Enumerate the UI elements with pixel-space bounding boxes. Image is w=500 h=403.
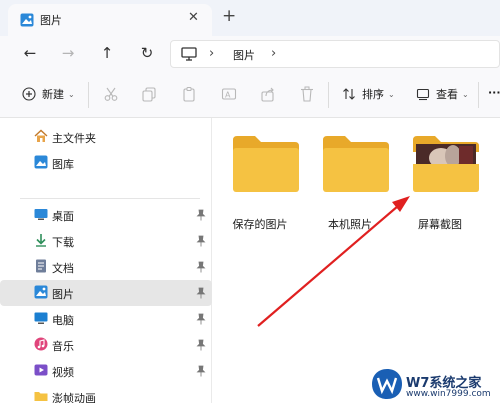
pin-icon[interactable] (196, 339, 206, 351)
folder-item[interactable]: 屏幕截图 (395, 130, 485, 240)
add-icon (22, 87, 36, 101)
tab-label: 图片 (40, 14, 62, 27)
more-options-button[interactable]: ··· (488, 86, 500, 99)
folder-icon (34, 392, 48, 401)
delete-icon[interactable] (299, 86, 315, 102)
music-icon (34, 337, 48, 351)
sidebar-item-label: 图库 (52, 158, 74, 171)
sort-icon (343, 88, 355, 100)
sidebar-item-label: 文档 (52, 262, 74, 275)
sidebar-item-label: 音乐 (52, 340, 74, 353)
divider (88, 82, 89, 108)
sidebar-item-computer[interactable]: 电脑 (8, 306, 210, 332)
navigation-pane: 主文件夹 图库 桌面 下载 文档 图片 电脑 音乐 视频 澎帧动画 (0, 118, 212, 403)
watermark-url: www.win7999.com (406, 389, 491, 399)
new-label: 新建 (42, 88, 64, 101)
breadcrumb-pictures[interactable]: 图片 (233, 47, 255, 63)
cut-icon[interactable] (103, 86, 119, 102)
sidebar-item-folder[interactable]: 澎帧动画 (8, 384, 210, 403)
close-tab-icon[interactable]: ✕ (188, 10, 199, 25)
copy-icon[interactable] (141, 86, 157, 102)
chevron-down-icon: ⌄ (68, 89, 75, 99)
folder-with-thumbnail-icon (413, 136, 479, 192)
desktop-icon (34, 209, 48, 220)
sidebar-item-downloads[interactable]: 下载 (8, 228, 210, 254)
sidebar-item-videos[interactable]: 视频 (8, 358, 210, 384)
folder-item[interactable]: 保存的图片 (215, 130, 305, 240)
computer-icon (181, 47, 197, 61)
sidebar-item-label: 下载 (52, 236, 74, 249)
sidebar-item-documents[interactable]: 文档 (8, 254, 210, 280)
up-button[interactable]: ↑ (97, 44, 117, 62)
sidebar-item-gallery[interactable]: 图库 (8, 150, 210, 176)
breadcrumb-separator: › (209, 46, 215, 61)
watermark-logo: W7系统之家 www.win7999.com (368, 364, 500, 403)
download-icon (36, 234, 46, 247)
sidebar-item-music[interactable]: 音乐 (8, 332, 210, 358)
folder-icon (233, 136, 299, 192)
pictures-icon (34, 285, 48, 299)
navigation-bar: ← → ↑ ↻ › 图片 › (0, 36, 500, 72)
home-icon (34, 129, 48, 142)
pin-icon[interactable] (196, 313, 206, 325)
refresh-button[interactable]: ↻ (137, 44, 157, 62)
view-button[interactable]: 查看 ⌄ (416, 86, 469, 102)
divider (328, 82, 329, 108)
command-bar: 新建 ⌄ A 排序 ⌄ 查看 ⌄ ··· (0, 72, 500, 118)
pin-icon[interactable] (196, 261, 206, 273)
file-view: 保存的图片 本机照片 屏幕截图 (213, 118, 500, 403)
sidebar-item-label: 电脑 (52, 314, 74, 327)
chevron-down-icon: ⌄ (462, 89, 469, 99)
forward-button[interactable]: → (58, 44, 78, 62)
sidebar-item-label: 主文件夹 (52, 132, 96, 145)
title-bar: 图片 ✕ + (0, 0, 500, 36)
folder-item[interactable]: 本机照片 (305, 130, 395, 240)
folder-label: 屏幕截图 (418, 218, 462, 231)
sidebar-item-home[interactable]: 主文件夹 (8, 124, 210, 150)
sidebar-item-pictures[interactable]: 图片 (0, 280, 212, 306)
folder-label: 保存的图片 (232, 218, 288, 231)
pin-icon[interactable] (196, 235, 206, 247)
computer-icon (34, 312, 48, 324)
pin-icon[interactable] (196, 209, 206, 221)
pin-icon[interactable] (196, 287, 206, 299)
chevron-down-icon: ⌄ (388, 89, 395, 99)
view-icon (416, 88, 430, 101)
divider (20, 198, 200, 199)
video-icon (34, 364, 48, 376)
breadcrumb-separator[interactable]: › (271, 46, 276, 61)
document-icon (36, 259, 46, 273)
address-bar[interactable]: › 图片 › (170, 40, 500, 68)
sidebar-item-label: 桌面 (52, 210, 74, 223)
sidebar-item-label: 图片 (52, 288, 74, 301)
back-button[interactable]: ← (20, 44, 40, 62)
sidebar-item-label: 视频 (52, 366, 74, 379)
sort-label: 排序 (362, 88, 384, 101)
watermark-icon (372, 369, 402, 399)
divider (478, 82, 479, 108)
pictures-icon (20, 13, 34, 27)
tab-pictures[interactable]: 图片 ✕ (8, 4, 212, 36)
sidebar-item-label: 澎帧动画 (52, 392, 96, 403)
new-button[interactable]: 新建 ⌄ (22, 86, 75, 102)
svg-text:A: A (225, 91, 231, 100)
folder-icon (323, 136, 389, 192)
folder-label: 本机照片 (328, 218, 372, 231)
gallery-icon (34, 155, 48, 169)
share-icon[interactable] (260, 86, 276, 102)
sidebar-item-desktop[interactable]: 桌面 (8, 202, 210, 228)
rename-icon[interactable]: A (221, 86, 237, 102)
view-label: 查看 (436, 88, 458, 101)
pin-icon[interactable] (196, 365, 206, 377)
sort-button[interactable]: 排序 ⌄ (342, 86, 395, 102)
paste-icon[interactable] (181, 86, 197, 102)
new-tab-button[interactable]: + (222, 6, 236, 26)
